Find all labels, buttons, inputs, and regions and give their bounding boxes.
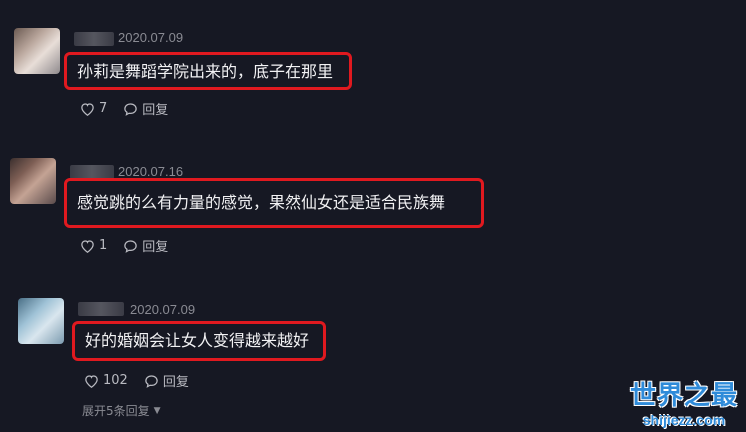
comment-bubble-icon xyxy=(145,374,158,388)
username-blurred[interactable] xyxy=(70,165,114,179)
comment-date: 2020.07.09 xyxy=(118,30,184,45)
username-blurred[interactable] xyxy=(74,32,114,46)
comment-bubble-icon xyxy=(124,239,138,253)
like-count: 7 xyxy=(99,101,108,116)
username-blurred[interactable] xyxy=(78,302,124,316)
like-count: 1 xyxy=(99,238,108,253)
caret-down-icon: ▼ xyxy=(153,405,161,416)
comment-text: 孙莉是舞蹈学院出来的，底子在那里 xyxy=(64,52,352,90)
avatar[interactable] xyxy=(14,28,60,74)
comment-actions: 7 回复 xyxy=(80,99,184,118)
expand-replies-label: 展开5条回复 xyxy=(82,404,150,418)
watermark-title: 世界之最 xyxy=(629,381,738,411)
reply-button[interactable]: 回复 xyxy=(144,371,189,390)
reply-label: 回复 xyxy=(142,240,169,255)
comment-date: 2020.07.09 xyxy=(130,302,196,317)
watermark: 世界之最 shijiezz.com xyxy=(630,375,738,428)
comment-bubble-icon xyxy=(124,102,138,116)
comment-actions: 1 回复 xyxy=(80,236,184,255)
like-button[interactable]: 7 xyxy=(80,101,107,116)
avatar[interactable] xyxy=(10,158,56,204)
heart-icon xyxy=(85,374,98,388)
reply-button[interactable]: 回复 xyxy=(123,99,168,118)
avatar[interactable] xyxy=(18,298,64,344)
expand-replies-button[interactable]: 展开5条回复 ▼ xyxy=(82,402,161,419)
comment-actions: 102 回复 xyxy=(84,371,205,390)
heart-icon xyxy=(81,239,94,253)
watermark-url: shijiezz.com xyxy=(642,412,726,428)
comment-text: 好的婚姻会让女人变得越来越好 xyxy=(72,321,326,361)
comment-date: 2020.07.16 xyxy=(118,164,184,179)
like-count: 102 xyxy=(103,373,128,388)
like-button[interactable]: 102 xyxy=(84,373,128,388)
reply-label: 回复 xyxy=(142,103,169,118)
reply-button[interactable]: 回复 xyxy=(123,236,168,255)
reply-label: 回复 xyxy=(162,375,189,390)
heart-icon xyxy=(81,102,94,116)
like-button[interactable]: 1 xyxy=(80,238,107,253)
comment-text: 感觉跳的么有力量的感觉，果然仙女还是适合民族舞 xyxy=(64,178,484,228)
